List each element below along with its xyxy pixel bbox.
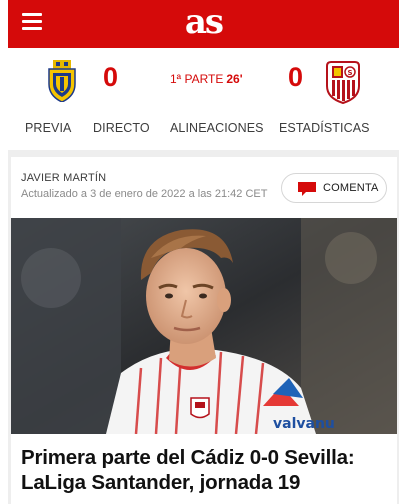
headline-line-2: LaLiga Santander, jornada 19 [21, 471, 301, 494]
comment-bubble-icon [298, 182, 316, 196]
tab-alineaciones[interactable]: ALINEACIONES [170, 121, 264, 135]
article-headline[interactable]: Primera parte del Cádiz 0-0 Sevilla: LaL… [21, 445, 391, 495]
tab-estadisticas[interactable]: ESTADÍSTICAS [279, 121, 370, 135]
as-logo[interactable]: as [8, 3, 399, 41]
player-photo: valvanu [11, 218, 397, 434]
match-tabs: PREVIA DIRECTO ALINEACIONES ESTADÍSTICAS [8, 110, 399, 150]
home-score: 0 [103, 62, 119, 92]
period-label: 1ª PARTE [170, 72, 224, 86]
sponsor-text: valvanu [273, 416, 335, 432]
cadiz-crest-icon [48, 60, 76, 102]
article-author[interactable]: JAVIER MARTÍN [21, 172, 106, 184]
sevilla-crest-icon: S [326, 61, 360, 104]
comenta-label: COMENTA [323, 182, 379, 194]
tab-previa[interactable]: PREVIA [25, 121, 71, 135]
tab-directo[interactable]: DIRECTO [93, 121, 150, 135]
article-card: JAVIER MARTÍN Actualizado a 3 de enero d… [11, 157, 397, 504]
headline-line-1: Primera parte del Cádiz 0-0 Sevilla: [21, 446, 355, 469]
scoreboard: 0 1ª PARTE 26' 0 S [8, 48, 399, 110]
app-header: as [8, 0, 399, 48]
svg-text:S: S [347, 69, 352, 77]
article-area: JAVIER MARTÍN Actualizado a 3 de enero d… [8, 150, 399, 504]
away-score: 0 [288, 62, 304, 92]
comenta-button[interactable]: COMENTA [281, 173, 387, 203]
match-period: 1ª PARTE 26' [170, 72, 243, 86]
match-minute: 26' [226, 72, 243, 86]
article-updated-time: Actualizado a 3 de enero de 2022 a las 2… [21, 188, 268, 200]
